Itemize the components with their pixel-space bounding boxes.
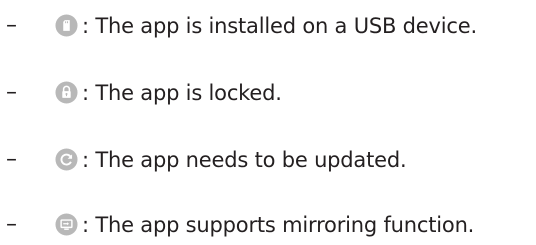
dash-bullet: –: [6, 13, 17, 38]
update-description: : The app needs to be updated.: [82, 148, 407, 172]
icon-legend-list: – : The app is installed on a USB device…: [0, 0, 536, 244]
list-item-mirroring: – : The app supports mirroring function.: [0, 205, 536, 245]
dash-bullet: –: [6, 147, 17, 172]
locked-description: : The app is locked.: [82, 81, 282, 105]
update-icon: [55, 148, 78, 171]
list-item-update: – : The app needs to be updated.: [0, 140, 536, 180]
lock-icon: [55, 81, 78, 104]
list-item-locked: – : The app is locked.: [0, 73, 536, 113]
mirroring-description: : The app supports mirroring function.: [82, 213, 475, 237]
usb-icon: [55, 14, 78, 37]
dash-bullet: –: [6, 212, 17, 237]
list-item-usb: – : The app is installed on a USB device…: [0, 6, 536, 46]
mirroring-icon: [55, 213, 78, 236]
usb-description: : The app is installed on a USB device.: [82, 14, 477, 38]
dash-bullet: –: [6, 80, 17, 105]
